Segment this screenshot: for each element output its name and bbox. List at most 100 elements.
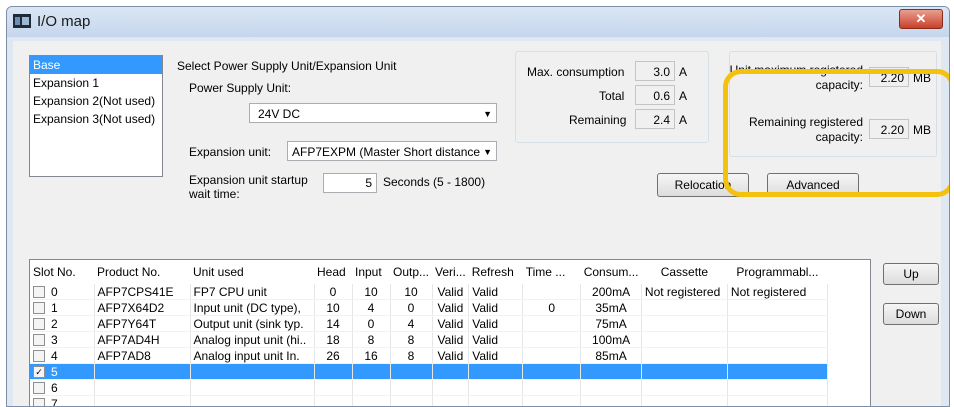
startup-label: Expansion unit startup wait time: <box>189 173 308 201</box>
table-cell-product: AFP7AD8 <box>94 348 190 364</box>
psu-combo[interactable]: 24V DC ▼ <box>249 103 497 123</box>
table-cell-slot: 0 <box>30 284 94 300</box>
slot-checkbox[interactable] <box>33 350 45 362</box>
col-header-consumption[interactable]: Consum... <box>581 260 642 284</box>
table-cell-cassette <box>641 396 727 407</box>
table-row[interactable]: ✓5 <box>30 364 827 380</box>
col-header-cassette[interactable]: Cassette <box>641 260 727 284</box>
table-cell-head: 14 <box>314 316 352 332</box>
table-cell-output: 8 <box>390 332 432 348</box>
col-header-input[interactable]: Input <box>352 260 390 284</box>
table-row[interactable]: 1AFP7X64D2Input unit (DC type),1040Valid… <box>30 300 827 316</box>
col-header-refresh[interactable]: Refresh <box>469 260 523 284</box>
table-cell-output: 10 <box>390 284 432 300</box>
window-title: I/O map <box>37 13 90 30</box>
slot-number: 5 <box>51 365 58 379</box>
close-button[interactable]: ✕ <box>899 9 943 29</box>
table-cell-time <box>523 380 581 396</box>
unit-list-item-base[interactable]: Base <box>30 56 162 74</box>
col-header-programmable[interactable]: Programmabl... <box>727 260 827 284</box>
table-row[interactable]: 3AFP7AD4HAnalog input unit (hi..1888Vali… <box>30 332 827 348</box>
table-cell-unit <box>190 396 314 407</box>
slot-checkbox[interactable] <box>33 382 45 394</box>
table-cell-input <box>352 364 390 380</box>
table-row[interactable]: 6 <box>30 380 827 396</box>
max-consumption-label: Max. consumption <box>527 65 624 79</box>
table-cell-prog <box>727 316 827 332</box>
slot-checkbox[interactable] <box>33 334 45 346</box>
remaining-capacity-label-line-1: Remaining registered <box>727 115 863 130</box>
unit-list-item-expansion-3[interactable]: Expansion 3(Not used) <box>30 110 162 128</box>
table-cell-prog: Not registered <box>727 284 827 300</box>
remaining-capacity-value: 2.20 <box>869 119 909 139</box>
unit-max-capacity-label: Unit maximum registered capacity: <box>727 63 863 93</box>
table-cell-slot: 4 <box>30 348 94 364</box>
col-header-slot[interactable]: Slot No. <box>30 260 94 284</box>
col-header-head[interactable]: Head <box>314 260 352 284</box>
table-cell-head <box>314 364 352 380</box>
table-cell-consum <box>581 364 642 380</box>
slot-checkbox[interactable] <box>33 318 45 330</box>
col-header-time[interactable]: Time ... <box>523 260 581 284</box>
startup-label-line-1: Expansion unit startup <box>189 173 308 187</box>
table-cell-head: 0 <box>314 284 352 300</box>
table-cell-time <box>523 364 581 380</box>
table-cell-output <box>390 364 432 380</box>
slot-number: 6 <box>51 381 58 395</box>
table-cell-refresh: Valid <box>469 348 523 364</box>
col-header-verify[interactable]: Veri... <box>432 260 469 284</box>
table-cell-input: 0 <box>352 316 390 332</box>
table-cell-output: 0 <box>390 300 432 316</box>
unit-list-item-expansion-1[interactable]: Expansion 1 <box>30 74 162 92</box>
io-map-table-container[interactable]: Slot No. Product No. Unit used Head Inpu… <box>29 259 871 407</box>
table-cell-head <box>314 380 352 396</box>
table-cell-input <box>352 380 390 396</box>
slot-checkbox[interactable] <box>33 286 45 298</box>
table-cell-product: AFP7AD4H <box>94 332 190 348</box>
slot-checkbox[interactable]: ✓ <box>33 366 45 378</box>
table-row[interactable]: 4AFP7AD8Analog input unit In.26168ValidV… <box>30 348 827 364</box>
table-cell-input: 4 <box>352 300 390 316</box>
slot-checkbox[interactable] <box>33 302 45 314</box>
relocation-button[interactable]: Relocation <box>657 173 749 197</box>
app-icon <box>13 14 31 28</box>
total-label: Total <box>599 89 624 103</box>
table-cell-cassette <box>641 364 727 380</box>
table-cell-consum: 200mA <box>581 284 642 300</box>
table-cell-slot: 1 <box>30 300 94 316</box>
remaining-label: Remaining <box>569 113 626 127</box>
table-cell-verify: Valid <box>432 300 469 316</box>
table-cell-cassette <box>641 332 727 348</box>
table-cell-product: AFP7Y64T <box>94 316 190 332</box>
table-cell-input: 10 <box>352 284 390 300</box>
table-cell-refresh <box>469 364 523 380</box>
slot-checkbox[interactable] <box>33 398 45 407</box>
io-map-window: I/O map ✕ Base Expansion 1 Expansion 2(N… <box>6 6 950 407</box>
startup-wait-input[interactable]: 5 <box>323 173 377 193</box>
table-cell-slot: 6 <box>30 380 94 396</box>
table-cell-unit: Analog input unit (hi.. <box>190 332 314 348</box>
unit-list-item-expansion-2[interactable]: Expansion 2(Not used) <box>30 92 162 110</box>
up-button[interactable]: Up <box>883 263 939 285</box>
table-body: 0AFP7CPS41EFP7 CPU unit01010ValidValid20… <box>30 284 827 407</box>
table-cell-time <box>523 348 581 364</box>
table-cell-cassette <box>641 316 727 332</box>
total-value: 0.6 <box>635 85 675 105</box>
table-cell-consum <box>581 380 642 396</box>
col-header-unit-used[interactable]: Unit used <box>190 260 314 284</box>
table-row[interactable]: 7 <box>30 396 827 407</box>
table-row[interactable]: 0AFP7CPS41EFP7 CPU unit01010ValidValid20… <box>30 284 827 300</box>
table-cell-product <box>94 380 190 396</box>
col-header-output[interactable]: Outp... <box>390 260 432 284</box>
advanced-button[interactable]: Advanced <box>767 173 859 197</box>
table-cell-product: AFP7CPS41E <box>94 284 190 300</box>
table-cell-refresh <box>469 380 523 396</box>
unit-listbox[interactable]: Base Expansion 1 Expansion 2(Not used) E… <box>29 55 163 177</box>
table-cell-refresh: Valid <box>469 284 523 300</box>
slot-number: 1 <box>51 301 58 315</box>
table-cell-prog <box>727 332 827 348</box>
table-row[interactable]: 2AFP7Y64TOutput unit (sink typ.1404Valid… <box>30 316 827 332</box>
expansion-unit-combo[interactable]: AFP7EXPM (Master Short distance ▼ <box>287 141 497 161</box>
col-header-product[interactable]: Product No. <box>94 260 190 284</box>
down-button[interactable]: Down <box>883 303 939 325</box>
